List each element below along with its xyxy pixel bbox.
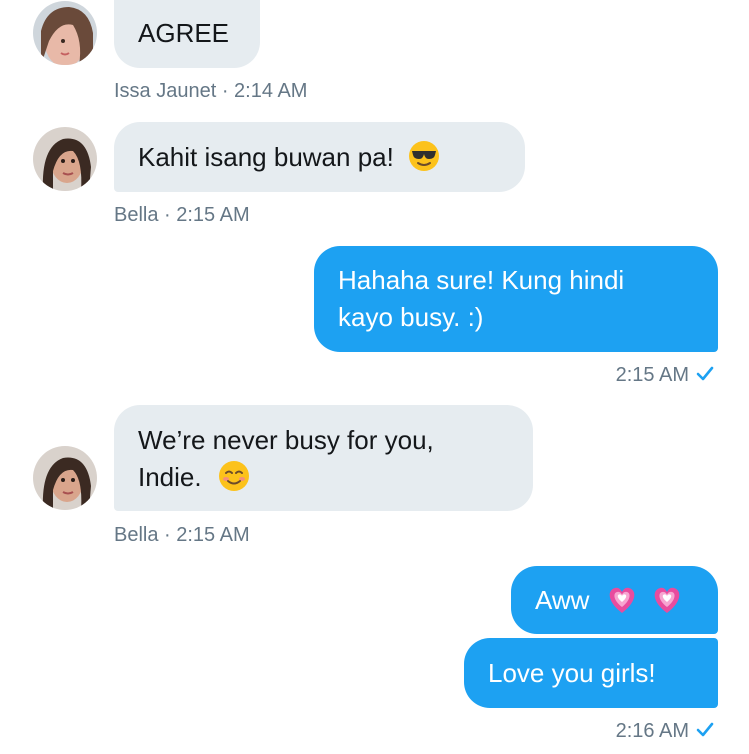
message-bubble[interactable]: Aww [511,566,718,634]
checkmark-icon [695,720,715,737]
avatar-issa-jaunet[interactable] [33,1,97,65]
message-meta: 2:16 AM [616,719,715,743]
message-text-line: Hahaha sure! Kung hindi [338,265,625,295]
growing-heart-icon [650,582,684,616]
message-text-line: kayo busy. :) [338,302,484,332]
message-time: 2:16 AM [615,720,689,742]
avatar-bella[interactable] [33,446,97,510]
message-meta: Issa Jaunet · 2:14 AM [114,80,308,102]
message-text-line: We’re never busy for you, [138,425,434,455]
smiling-face-with-sunglasses-icon [407,139,441,173]
message-bubble[interactable]: AGREE [114,0,260,68]
smiling-face-icon [217,459,251,493]
message-text: AGREE [138,18,230,48]
message-text-line: Indie. [138,462,202,492]
checkmark-icon [695,364,715,381]
message-meta: 2:15 AM [616,363,715,387]
message-bubble[interactable]: Kahit isang buwan pa! [114,122,525,192]
message-meta: Bella · 2:15 AM [114,204,250,226]
message-time: 2:15 AM [615,364,689,386]
growing-heart-icon [605,582,639,616]
avatar-bella[interactable] [33,127,97,191]
message-bubble[interactable]: Hahaha sure! Kung hindi kayo busy. :) [314,246,718,352]
message-text: Kahit isang buwan pa! [138,142,394,172]
message-text: Love you girls! [488,658,656,688]
message-meta: Bella · 2:15 AM [114,524,250,546]
message-text: Aww [535,585,590,615]
message-bubble[interactable]: We’re never busy for you, Indie. [114,405,533,511]
message-bubble[interactable]: Love you girls! [464,638,718,708]
